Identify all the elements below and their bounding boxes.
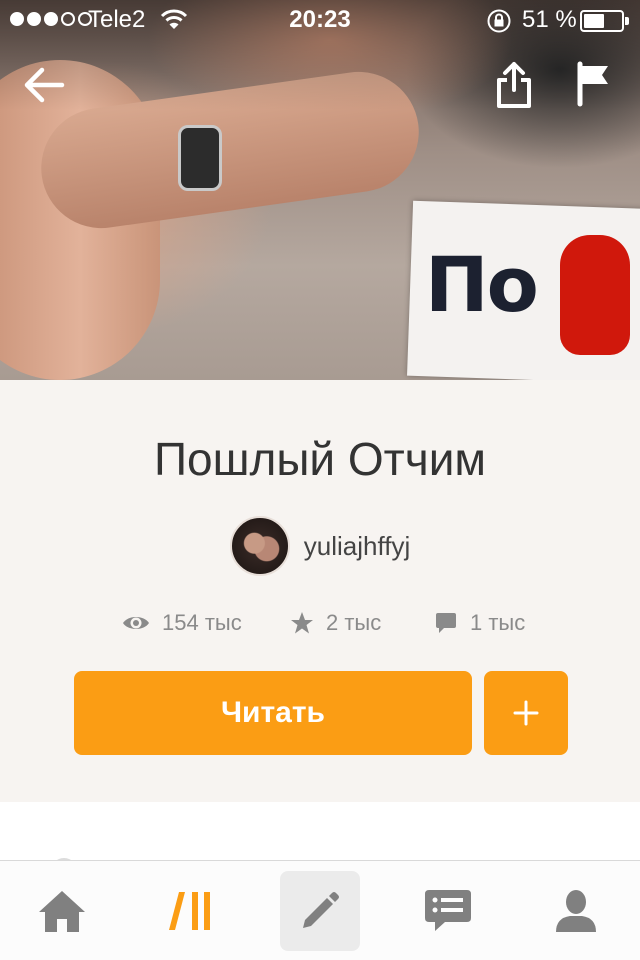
- plus-icon: [513, 700, 539, 726]
- comment-icon: [436, 613, 456, 633]
- views-stat: 154 тыс: [122, 610, 242, 636]
- rotation-lock-icon: [486, 8, 512, 41]
- share-icon: [497, 62, 531, 108]
- votes-stat: 2 тыс: [290, 610, 381, 636]
- status-bar: Tele2 20:23 51 %: [0, 0, 640, 40]
- tab-profile[interactable]: [536, 871, 616, 951]
- messages-icon: [425, 890, 471, 931]
- battery-percent: 51 %: [522, 6, 577, 33]
- library-icon: [169, 892, 210, 930]
- share-button[interactable]: [494, 60, 534, 115]
- tab-messages[interactable]: [408, 871, 488, 951]
- cover-red-hand: [560, 235, 630, 355]
- battery-icon: [580, 10, 629, 32]
- read-button[interactable]: Читать: [74, 671, 472, 755]
- star-icon: [291, 612, 313, 634]
- author-avatar[interactable]: [229, 516, 290, 576]
- views-count: 154 тыс: [162, 610, 242, 635]
- comments-count: 1 тыс: [470, 610, 526, 635]
- eye-icon: [123, 617, 149, 629]
- profile-icon: [556, 890, 596, 932]
- author-name[interactable]: yuliajhffyj: [304, 531, 410, 562]
- tab-home[interactable]: [22, 871, 102, 951]
- cover-image: По: [0, 0, 640, 380]
- report-button[interactable]: [574, 60, 614, 115]
- votes-count: 2 тыс: [326, 610, 382, 635]
- home-icon: [39, 891, 85, 932]
- comments-stat: 1 тыс: [434, 610, 525, 636]
- pencil-icon: [303, 892, 339, 928]
- author-row[interactable]: yuliajhffyj: [0, 516, 640, 576]
- cover-watch: [178, 125, 222, 191]
- tab-library[interactable]: [150, 871, 230, 951]
- cover-sign-text: По: [425, 240, 539, 329]
- flag-icon: [577, 61, 608, 107]
- back-arrow-icon: [24, 67, 65, 103]
- tab-bar: [0, 860, 640, 960]
- content-area: [0, 802, 640, 860]
- tab-write[interactable]: [280, 871, 360, 951]
- story-title: Пошлый Отчим: [153, 433, 487, 485]
- back-button[interactable]: [20, 60, 70, 115]
- add-to-library-button[interactable]: [484, 671, 568, 755]
- story-info-panel: Пошлый Отчим yuliajhffyj 154 тыс 2 тыс 1…: [0, 380, 640, 802]
- story-stats: 154 тыс 2 тыс 1 тыс: [0, 610, 640, 640]
